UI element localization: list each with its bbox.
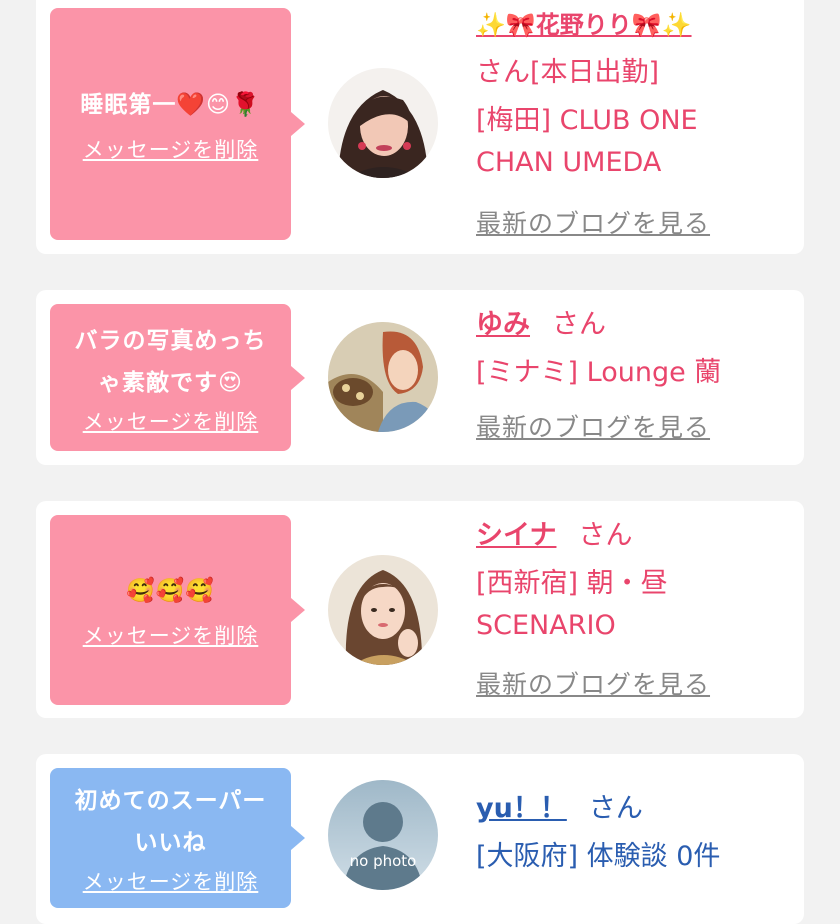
blog-link[interactable]: 最新のブログを見る — [476, 204, 794, 240]
cast-info: ゆみ さん [ミナミ] Lounge 蘭 最新のブログを見る — [476, 304, 794, 444]
shop-line: [西新宿] 朝・昼 — [476, 568, 668, 599]
shop-line: CHAN UMEDA — [476, 147, 662, 178]
message-bubble: バラの写真めっち ゃ素敵です😍 メッセージを削除 — [50, 304, 291, 451]
honorific: さん[本日出勤] — [476, 57, 660, 88]
honorific: さん — [552, 309, 606, 340]
cast-name-link[interactable]: シイナ — [476, 520, 556, 551]
message-text: 🥰🥰🥰 — [126, 578, 215, 604]
delete-message-link[interactable]: メッセージを削除 — [83, 620, 259, 650]
honorific: さん — [588, 793, 643, 824]
message-card: 初めてのスーパー いいね メッセージを削除 no photo yu！！ さん [大… — [36, 754, 804, 924]
delete-message-link[interactable]: メッセージを削除 — [83, 406, 259, 436]
shop-line: SCENARIO — [476, 610, 616, 641]
avatar[interactable]: no photo — [328, 780, 438, 890]
shop-line: [梅田] CLUB ONE — [476, 105, 698, 136]
no-photo-label: no photo — [349, 852, 417, 870]
cast-info: yu！！ さん [大阪府] 体験談 0件 — [476, 788, 794, 878]
message-card: 睡眠第一❤️😊🌹 メッセージを削除 ✨🎀花野りり🎀✨ さん[本日出勤] [梅田]… — [36, 0, 804, 254]
honorific: さん — [578, 520, 633, 551]
message-text: 睡眠第一❤️😊🌹 — [80, 92, 261, 118]
cast-name-link[interactable]: ゆみ — [476, 309, 530, 340]
delete-message-link[interactable]: メッセージを削除 — [83, 866, 259, 896]
cast-name-link[interactable]: yu！！ — [476, 793, 567, 824]
cast-name-link[interactable]: ✨🎀花野りり🎀✨ — [476, 11, 692, 39]
avatar[interactable] — [328, 322, 438, 432]
message-text-line: バラの写真めっち — [74, 327, 267, 354]
message-bubble: 初めてのスーパー いいね メッセージを削除 — [50, 768, 291, 908]
message-card: 🥰🥰🥰 メッセージを削除 シイナ さん [西新宿] 朝・昼 SCENARIO 最新… — [36, 501, 804, 718]
message-bubble: 睡眠第一❤️😊🌹 メッセージを削除 — [50, 8, 291, 240]
blog-link[interactable]: 最新のブログを見る — [476, 665, 794, 701]
shop-line: [大阪府] 体験談 0件 — [476, 841, 721, 872]
message-bubble: 🥰🥰🥰 メッセージを削除 — [50, 515, 291, 705]
message-text-line: ゃ素敵です😍 — [98, 369, 243, 396]
cast-info: シイナ さん [西新宿] 朝・昼 SCENARIO 最新のブログを見る — [476, 515, 794, 701]
delete-message-link[interactable]: メッセージを削除 — [83, 134, 259, 164]
shop-line: [ミナミ] Lounge 蘭 — [476, 357, 722, 388]
message-card: バラの写真めっち ゃ素敵です😍 メッセージを削除 ゆみ さん [ミナミ] Loun… — [36, 290, 804, 465]
avatar[interactable] — [328, 68, 438, 178]
avatar[interactable] — [328, 555, 438, 665]
blog-link[interactable]: 最新のブログを見る — [476, 408, 794, 444]
message-text-line: 初めてのスーパー — [74, 788, 267, 814]
message-text-line: いいね — [134, 830, 207, 856]
cast-info: ✨🎀花野りり🎀✨ さん[本日出勤] [梅田] CLUB ONE CHAN UME… — [476, 4, 794, 240]
